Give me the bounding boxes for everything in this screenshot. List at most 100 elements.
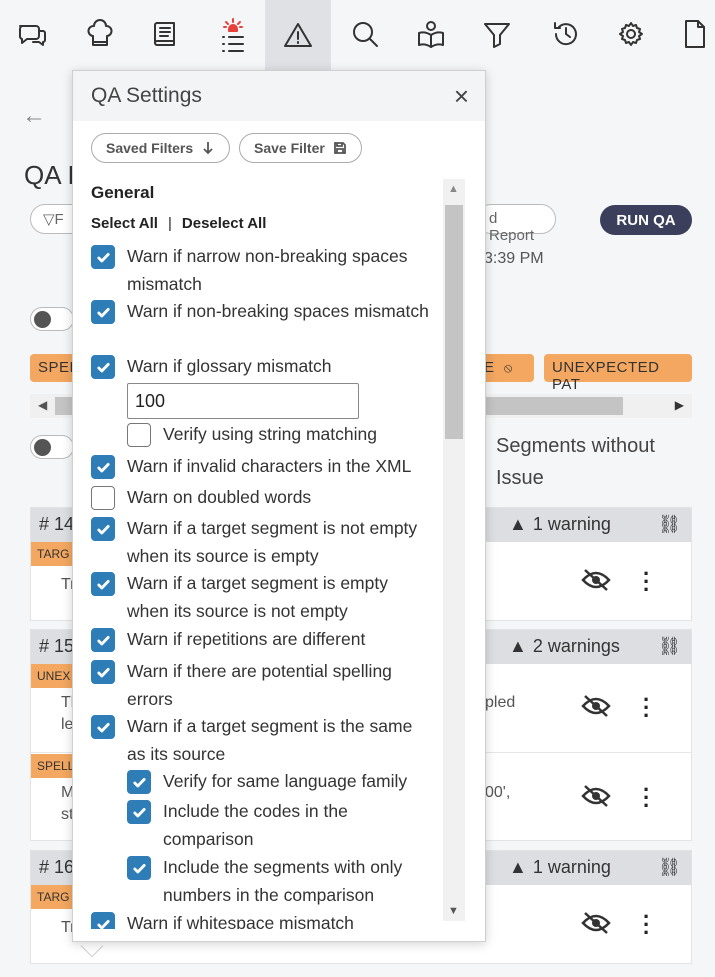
option-label: Include the codes in the comparison	[163, 801, 348, 849]
dialog-title: QA Settings	[91, 84, 202, 107]
checkmark-icon	[96, 462, 110, 472]
history-icon[interactable]	[546, 14, 586, 54]
checkmark-icon	[96, 722, 110, 732]
more-options-icon[interactable]: · · ·	[643, 906, 650, 944]
target-not-empty-option[interactable]: Warn if a target segment is not empty wh…	[91, 517, 431, 570]
scroll-up-icon[interactable]: ▲	[448, 183, 459, 195]
warning-count: ▲ 1 warning	[509, 857, 611, 877]
checkbox-unchecked[interactable]	[127, 423, 151, 447]
repetitions-option[interactable]: Warn if repetitions are different	[91, 628, 431, 654]
link-icon[interactable]: ⛓	[658, 857, 681, 878]
option-label: Warn if glossary mismatch	[127, 356, 332, 376]
option-label: Warn if a target segment is not empty wh…	[127, 518, 418, 566]
warning-icon[interactable]	[265, 0, 331, 70]
checkmark-icon	[96, 635, 110, 645]
more-options-icon[interactable]: · · ·	[643, 779, 650, 817]
option-label: Verify for same language family	[163, 771, 408, 791]
option-label: Warn if invalid characters in the XML	[127, 456, 412, 476]
include-codes-option[interactable]: Include the codes in the comparison	[127, 800, 427, 853]
checkmark-icon	[96, 307, 110, 317]
reader-icon[interactable]	[411, 14, 451, 54]
warning-count: ▲ 1 warning	[509, 514, 611, 534]
checkbox-checked[interactable]	[127, 800, 151, 824]
checkbox-unchecked[interactable]	[91, 486, 115, 510]
pdf-icon[interactable]	[676, 14, 712, 54]
checkmark-icon	[96, 667, 110, 677]
spelling-option[interactable]: Warn if there are potential spelling err…	[91, 660, 431, 713]
scroll-left-icon[interactable]: ◀	[38, 398, 47, 412]
warning-count: ▲ 2 warnings	[509, 636, 620, 656]
target-empty-option[interactable]: Warn if a target segment is empty when i…	[91, 572, 431, 625]
checkbox-checked[interactable]	[91, 355, 115, 379]
checkbox-checked[interactable]	[91, 300, 115, 324]
checkbox-checked[interactable]	[91, 572, 115, 596]
invalid-xml-chars-option[interactable]: Warn if invalid characters in the XML	[91, 455, 431, 481]
same-as-source-option[interactable]: Warn if a target segment is the same as …	[91, 715, 431, 768]
deselect-all-link[interactable]: Deselect All	[182, 215, 267, 232]
gear-icon[interactable]	[611, 14, 651, 54]
alert-list-icon[interactable]	[213, 10, 253, 64]
timestamp: 3:39 PM	[484, 250, 544, 267]
checkbox-checked[interactable]	[91, 455, 115, 479]
glossary-option[interactable]: Warn if glossary mismatch	[91, 355, 431, 381]
option-label: Warn if there are potential spelling err…	[127, 661, 392, 709]
scroll-thumb[interactable]	[445, 205, 463, 439]
toggle-switch[interactable]	[30, 307, 74, 331]
same-language-family-option[interactable]: Verify for same language family	[127, 770, 437, 796]
unexpected-chip[interactable]: UNEXPECTED PAT	[544, 354, 692, 393]
eye-off-icon[interactable]	[581, 911, 611, 935]
nbsp-option[interactable]: Warn if non-breaking spaces mismatch	[91, 300, 431, 326]
eye-off-icon[interactable]	[581, 694, 611, 718]
checkbox-checked[interactable]	[91, 628, 115, 652]
narrow-nbsp-option[interactable]: Warn if narrow non-breaking spaces misma…	[91, 245, 431, 298]
scroll-down-icon[interactable]: ▼	[448, 905, 459, 917]
scroll-right-icon[interactable]: ▶	[675, 398, 684, 412]
separator: |	[167, 215, 172, 232]
more-options-icon[interactable]: · · ·	[643, 689, 650, 727]
checkbox-checked[interactable]	[127, 856, 151, 880]
dialog-header: QA Settings ×	[73, 71, 485, 121]
run-qa-button[interactable]: RUN QA	[600, 205, 692, 235]
checkmark-icon	[96, 252, 110, 262]
vertical-scrollbar[interactable]: ▲ ▼	[443, 179, 465, 921]
filter-icon[interactable]	[477, 14, 517, 54]
option-label: Warn if repetitions are different	[127, 629, 366, 649]
checkbox-checked[interactable]	[91, 660, 115, 684]
checkbox-checked[interactable]	[91, 245, 115, 269]
whitespace-option[interactable]: Warn if whitespace mismatch	[91, 912, 431, 929]
checkbox-checked[interactable]	[91, 912, 115, 929]
glossary-threshold-input[interactable]	[127, 383, 359, 419]
close-icon[interactable]: ×	[454, 81, 469, 112]
checkbox-checked[interactable]	[127, 770, 151, 794]
option-label: Warn if a target segment is empty when i…	[127, 573, 388, 621]
include-numbers-option[interactable]: Include the segments with only numbers i…	[127, 856, 427, 909]
checkmark-icon	[96, 579, 110, 589]
back-arrow-icon[interactable]: ←	[22, 102, 46, 130]
save-filter-button[interactable]: Save Filter	[239, 133, 362, 163]
link-icon[interactable]: ⛓	[658, 636, 681, 657]
option-label: Verify using string matching	[163, 424, 377, 444]
report-pill[interactable]: d Report	[476, 204, 556, 244]
checkmark-icon	[96, 919, 110, 929]
select-row: Select All | Deselect All	[91, 215, 266, 232]
eye-off-icon[interactable]	[581, 784, 611, 808]
saved-filters-label: Saved Filters	[106, 140, 194, 156]
checkbox-checked[interactable]	[91, 517, 115, 541]
chef-hat-icon[interactable]	[80, 14, 120, 54]
eye-off-icon[interactable]	[581, 568, 611, 592]
chat-icon[interactable]	[12, 14, 52, 54]
segment-text: pled	[485, 694, 516, 711]
saved-filters-button[interactable]: Saved Filters	[91, 133, 231, 163]
book-icon[interactable]	[146, 14, 186, 54]
warning-icon: ▲	[509, 857, 527, 877]
checkbox-checked[interactable]	[91, 715, 115, 739]
more-options-icon[interactable]: · · ·	[643, 563, 650, 601]
link-icon[interactable]: ⛓	[658, 514, 681, 535]
doubled-words-option[interactable]: Warn on doubled words	[91, 486, 431, 512]
search-icon[interactable]	[345, 14, 385, 54]
string-matching-option[interactable]: Verify using string matching	[127, 423, 427, 449]
select-all-link[interactable]: Select All	[91, 215, 158, 232]
checkmark-icon	[132, 777, 146, 787]
toggle-switch[interactable]	[30, 435, 74, 459]
option-label: Warn on doubled words	[127, 487, 312, 507]
